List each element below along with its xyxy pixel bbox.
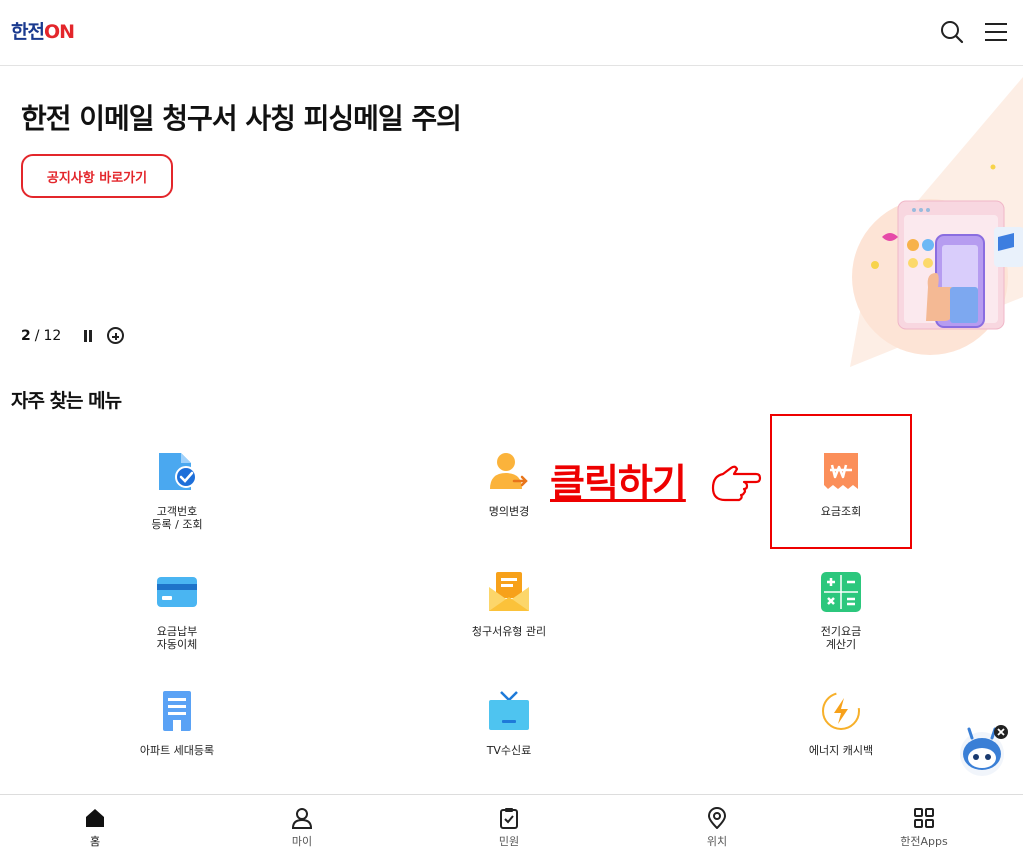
person-transfer-icon bbox=[488, 451, 530, 493]
nav-label: 마이 bbox=[291, 835, 313, 848]
clipboard-check-icon bbox=[500, 808, 518, 829]
frequent-menu-title: 자주 찾는 메뉴 bbox=[11, 390, 122, 412]
nav-my[interactable]: 마이 bbox=[242, 795, 362, 860]
user-icon bbox=[291, 808, 313, 829]
more-plus-icon[interactable] bbox=[107, 327, 125, 344]
menu-label: 전기요금 계산기 bbox=[820, 625, 862, 651]
apartment-icon bbox=[156, 690, 198, 732]
nav-home[interactable]: 홈 bbox=[35, 795, 155, 860]
document-check-icon bbox=[156, 451, 198, 493]
apps-grid-icon bbox=[914, 808, 934, 828]
logo-text: 한전 bbox=[11, 21, 45, 43]
hamburger-menu-button[interactable] bbox=[982, 18, 1010, 46]
menu-bill-calculator[interactable]: 전기요금 계산기 bbox=[741, 571, 941, 651]
nav-label: 한전Apps bbox=[900, 835, 948, 848]
nav-label: 홈 bbox=[89, 835, 101, 848]
nav-label: 위치 bbox=[706, 835, 728, 848]
pause-icon[interactable] bbox=[83, 329, 95, 343]
nav-civil-complaint[interactable]: 민원 bbox=[449, 795, 569, 860]
nav-kepco-apps[interactable]: 한전Apps bbox=[864, 795, 984, 860]
kepco-on-logo[interactable]: 한전ON bbox=[11, 17, 75, 44]
bottom-nav: 홈 마이 민원 위치 한전Apps bbox=[0, 794, 1023, 860]
logo-on-text: ON bbox=[43, 21, 75, 43]
search-icon bbox=[941, 21, 964, 44]
menu-label: 요금납부 자동이체 bbox=[156, 625, 198, 651]
calculator-icon bbox=[820, 571, 862, 613]
top-bar: 한전ON bbox=[0, 0, 1023, 66]
menu-label: 고객번호 등록 / 조회 bbox=[151, 505, 203, 531]
notice-banner[interactable]: 한전 이메일 청구서 사칭 피싱메일 주의 공지사항 바로가기 2 / 12 bbox=[0, 67, 1023, 367]
robot-mascot-icon bbox=[960, 725, 1008, 776]
notice-shortcut-button[interactable]: 공지사항 바로가기 bbox=[21, 154, 173, 198]
pointing-hand-icon bbox=[711, 465, 762, 502]
menu-label: 에너지 캐시백 bbox=[808, 744, 874, 757]
nav-location[interactable]: 위치 bbox=[657, 795, 777, 860]
menu-apartment-registration[interactable]: 아파트 세대등록 bbox=[77, 690, 277, 757]
menu-energy-cashback[interactable]: 에너지 캐시백 bbox=[741, 690, 941, 757]
menu-tv-license[interactable]: TV수신료 bbox=[409, 690, 609, 757]
menu-auto-payment[interactable]: 요금납부 자동이체 bbox=[77, 571, 277, 651]
menu-label: 아파트 세대등록 bbox=[139, 744, 215, 757]
location-pin-icon bbox=[707, 807, 727, 829]
envelope-icon bbox=[488, 571, 530, 613]
home-icon bbox=[86, 809, 104, 827]
menu-label: TV수신료 bbox=[486, 744, 532, 757]
pager-current: 2 bbox=[21, 327, 31, 344]
menu-bill-type[interactable]: 청구서유형 관리 bbox=[409, 571, 609, 638]
click-annotation: 클릭하기 bbox=[550, 461, 687, 505]
banner-pager: 2 / 12 bbox=[21, 327, 125, 344]
tv-icon bbox=[488, 690, 530, 732]
search-button[interactable] bbox=[938, 18, 966, 46]
menu-label: 청구서유형 관리 bbox=[471, 625, 547, 638]
hamburger-icon bbox=[985, 23, 1007, 41]
energy-cashback-icon bbox=[820, 690, 862, 732]
phone-thumbs-up-illustration bbox=[850, 77, 1023, 367]
highlight-box bbox=[770, 414, 912, 549]
credit-card-icon bbox=[156, 571, 198, 613]
pager-separator: / bbox=[34, 327, 40, 344]
banner-title: 한전 이메일 청구서 사칭 피싱메일 주의 bbox=[21, 102, 462, 135]
chatbot-button[interactable] bbox=[958, 722, 1010, 778]
pager-total: 12 bbox=[43, 327, 62, 344]
menu-customer-number[interactable]: 고객번호 등록 / 조회 bbox=[77, 451, 277, 531]
nav-label: 민원 bbox=[498, 835, 520, 848]
